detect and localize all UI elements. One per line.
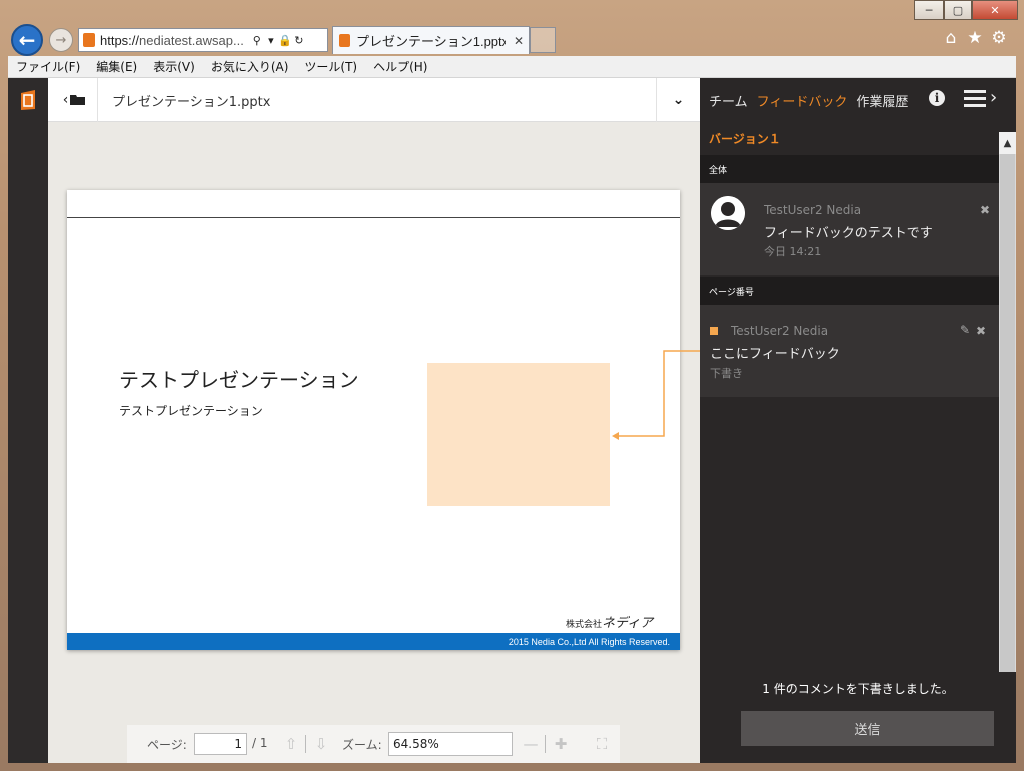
color-marker — [710, 327, 718, 335]
delete-icon[interactable]: ✖ — [976, 324, 986, 338]
next-page-icon[interactable]: ⇩ — [312, 733, 330, 755]
company-name: ネディア — [602, 616, 654, 631]
slide-company-logo: 株式会社ネディア — [566, 612, 653, 631]
scroll-up-icon[interactable]: ▲ — [999, 132, 1016, 154]
company-prefix: 株式会社 — [566, 620, 603, 630]
folder-icon — [70, 95, 86, 105]
menu-file[interactable]: ファイル(F) — [8, 58, 88, 75]
tab-feedback[interactable]: フィードバック — [757, 91, 848, 110]
forward-arrow-icon: → — [55, 32, 67, 48]
panel-menu-icon[interactable] — [964, 88, 988, 108]
left-rail — [8, 78, 48, 763]
tab-history[interactable]: 作業履歴 — [856, 91, 908, 110]
menu-edit[interactable]: 編集(E) — [88, 58, 145, 75]
menu-bar: ファイル(F) 編集(E) 表示(V) お気に入り(A) ツール(T) ヘルプ(… — [8, 56, 1016, 78]
zoom-in-icon[interactable]: ✚ — [552, 733, 570, 755]
site-favicon — [83, 33, 95, 47]
chevron-left-icon: ‹ — [62, 92, 69, 108]
scrollbar-thumb[interactable] — [1000, 154, 1015, 672]
comment-user: TestUser2 Nedia — [764, 203, 862, 217]
fit-screen-icon[interactable]: ⛶ — [592, 733, 612, 755]
comment-status: 下書き — [710, 367, 743, 380]
back-arrow-icon: ← — [18, 28, 36, 52]
maximize-icon: ▢ — [952, 3, 964, 17]
window-close-button[interactable]: ✕ — [972, 0, 1018, 20]
draft-notice: 1 件のコメントを下書きしました。 — [762, 682, 954, 696]
section-page: ページ番号 — [700, 277, 999, 305]
document-menu-button[interactable]: ⌄ — [656, 78, 700, 122]
section-all: 全体 — [700, 155, 999, 183]
tab-title: プレゼンテーション1.pptx... — [356, 34, 506, 49]
info-icon[interactable]: i — [929, 90, 945, 106]
back-button[interactable]: ← — [11, 24, 43, 56]
slide-footer: 2015 Nedia Co.,Ltd All Rights Reserved. — [67, 633, 680, 650]
slide-header-rule — [67, 217, 680, 218]
lock-icon[interactable]: 🔒 — [278, 33, 292, 47]
page-total: / 1 — [252, 736, 268, 750]
menu-tools[interactable]: ツール(T) — [296, 58, 365, 75]
zoom-divider — [545, 735, 546, 753]
forward-button[interactable]: → — [49, 28, 73, 52]
comment-text: フィードバックのテストです — [764, 226, 933, 241]
zoom-out-icon[interactable]: — — [522, 733, 540, 755]
delete-icon[interactable]: ✖ — [980, 203, 990, 217]
zoom-label: ズーム: — [342, 738, 382, 752]
feedback-connector — [612, 350, 700, 440]
browser-tab[interactable]: プレゼンテーション1.pptx... ✕ — [332, 26, 530, 54]
settings-gear-icon[interactable]: ⚙ — [990, 28, 1008, 48]
zoom-input[interactable]: 64.58% — [388, 732, 513, 756]
app-logo-icon[interactable] — [16, 88, 40, 112]
tab-favicon — [339, 34, 350, 47]
window-close-icon: ✕ — [990, 3, 1000, 17]
folder-back-button[interactable]: ‹ — [52, 78, 98, 122]
slide-subtitle: テストプレゼンテーション — [119, 404, 263, 418]
minimize-icon: ─ — [925, 3, 933, 17]
send-button[interactable]: 送信 — [741, 711, 994, 746]
close-icon[interactable]: ✕ — [514, 34, 524, 48]
tab-team[interactable]: チーム — [709, 91, 748, 110]
document-name: プレゼンテーション1.pptx — [112, 94, 271, 110]
refresh-icon[interactable]: ↻ — [292, 33, 306, 47]
version-label: バージョン１ — [700, 122, 1016, 154]
chevron-down-icon: ⌄ — [672, 92, 685, 108]
menu-view[interactable]: 表示(V) — [145, 58, 203, 75]
address-scheme: https:// — [100, 32, 140, 48]
prev-page-icon[interactable]: ⇧ — [282, 733, 300, 755]
comment-user: TestUser2 Nedia — [731, 324, 829, 338]
pager-divider — [305, 735, 306, 753]
favorites-star-icon[interactable]: ★ — [966, 28, 984, 48]
address-bar[interactable]: https://nediatest.awsap... ⚲ ▾ 🔒 ↻ — [78, 28, 328, 52]
minimize-button[interactable]: ─ — [914, 0, 944, 20]
dropdown-icon[interactable]: ▾ — [264, 33, 278, 47]
address-host: nediatest.awsap... — [139, 32, 244, 48]
maximize-button[interactable]: ▢ — [944, 0, 972, 20]
menu-help[interactable]: ヘルプ(H) — [365, 58, 435, 75]
edit-pencil-icon[interactable]: ✎ — [960, 323, 970, 337]
home-icon[interactable]: ⌂ — [942, 28, 960, 48]
slide-feedback-shape[interactable] — [427, 363, 610, 506]
menu-favorites[interactable]: お気に入り(A) — [203, 58, 297, 75]
page-input[interactable]: 1 — [194, 733, 247, 755]
page-label: ページ: — [147, 737, 187, 752]
avatar — [711, 196, 745, 230]
comment-time: 今日 14:21 — [764, 245, 822, 258]
search-icon[interactable]: ⚲ — [250, 33, 264, 47]
collapse-panel-icon[interactable]: › — [990, 87, 997, 108]
new-tab-button[interactable] — [530, 27, 556, 53]
comment-text: ここにフィードバック — [710, 347, 840, 362]
slide-title: テストプレゼンテーション — [119, 368, 359, 392]
